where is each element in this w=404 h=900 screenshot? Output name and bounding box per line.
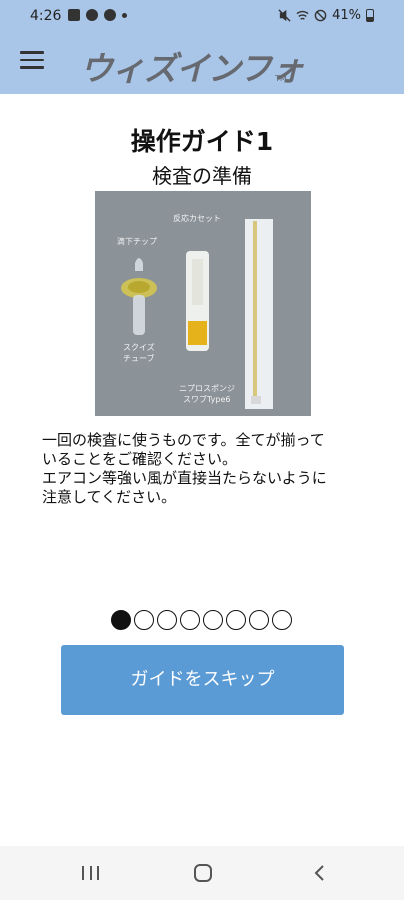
back-icon[interactable] — [310, 863, 330, 883]
guide-image: 反応カセット 滴下チップ スクイズ チューブ ニプロスポンジ スワブType6 — [95, 191, 311, 416]
battery-icon — [366, 9, 374, 22]
system-nav-bar — [0, 846, 404, 900]
guide-description: 一回の検査に使うものです。全てが揃って いることをご確認ください。 エアコン等強… — [42, 431, 372, 507]
app-notification-icon — [104, 9, 116, 21]
tube-label-line1: スクイズ — [123, 343, 155, 352]
app-bar: ウィズインフォ TM — [0, 32, 404, 94]
status-bar: 4:26 41% — [0, 0, 404, 32]
app-logo: ウィズインフォ — [80, 49, 304, 88]
home-icon[interactable] — [194, 864, 212, 882]
system-icons: 41% — [278, 8, 374, 23]
page-dot-5[interactable] — [203, 610, 223, 630]
page-dot-4[interactable] — [180, 610, 200, 630]
cassette-label: 反応カセット — [173, 214, 221, 223]
description-line: 一回の検査に使うものです。全てが揃って — [42, 431, 325, 449]
mute-icon — [278, 9, 291, 22]
wifi-icon — [296, 10, 309, 20]
page-dot-6[interactable] — [226, 610, 246, 630]
tube-label-line2: チューブ — [123, 354, 155, 363]
page-dot-2[interactable] — [134, 610, 154, 630]
page-dot-1[interactable] — [111, 610, 131, 630]
dnd-icon — [314, 9, 327, 22]
page-dot-3[interactable] — [157, 610, 177, 630]
description-line: 注意してください。 — [42, 488, 177, 506]
page-dot-8[interactable] — [272, 610, 292, 630]
more-notifications-icon — [122, 12, 127, 18]
description-line: エアコン等強い風が直接当たらないように — [42, 469, 327, 487]
page-indicator — [111, 610, 292, 630]
logo-trademark: TM — [275, 74, 287, 83]
tip-label: 滴下チップ — [117, 237, 157, 246]
swab-label-line2: スワブType6 — [183, 395, 231, 404]
hamburger-menu-icon[interactable] — [20, 51, 44, 73]
recent-apps-icon[interactable] — [82, 866, 99, 880]
swab-label-line1: ニプロスポンジ — [179, 384, 235, 393]
page-dot-7[interactable] — [249, 610, 269, 630]
guide-title: 操作ガイド1 — [130, 127, 274, 156]
app-notification-icon — [86, 9, 98, 21]
status-time: 4:26 — [30, 8, 62, 24]
guide-subtitle: 検査の準備 — [152, 164, 252, 188]
skip-guide-button[interactable]: ガイドをスキップ — [61, 645, 344, 715]
description-line: いることをご確認ください。 — [42, 450, 238, 468]
notification-icons — [68, 9, 127, 21]
gallery-icon — [68, 9, 80, 21]
battery-percentage: 41% — [332, 8, 361, 23]
